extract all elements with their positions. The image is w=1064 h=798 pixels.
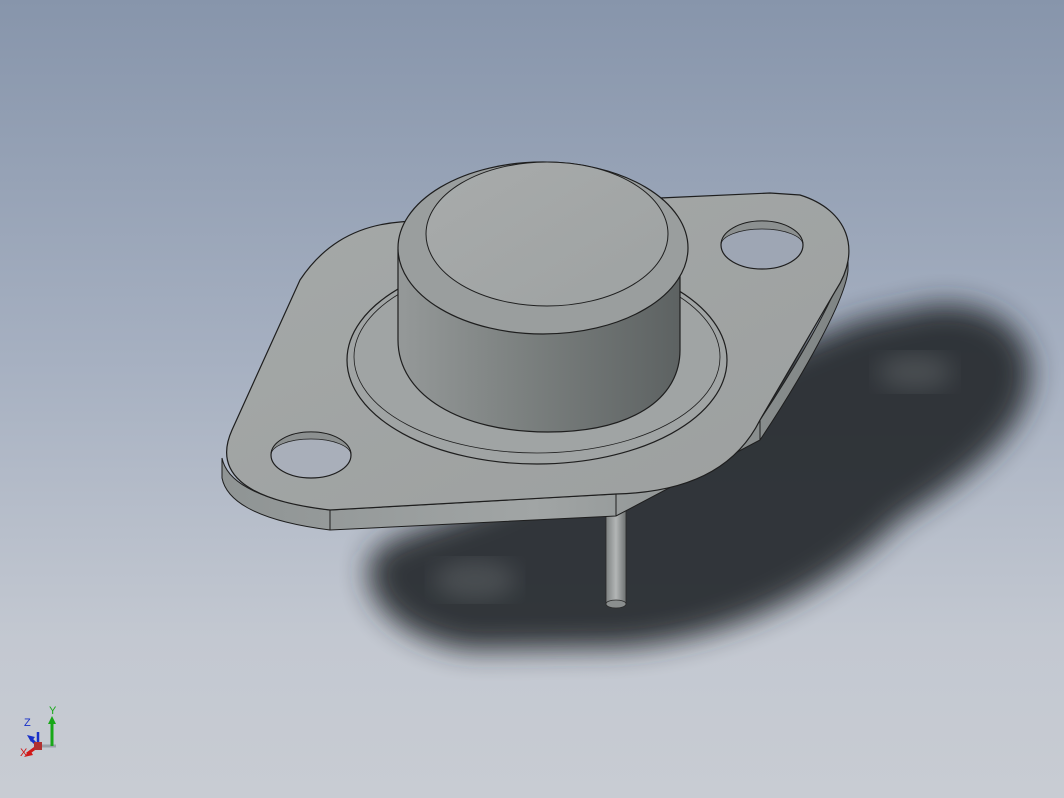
graphics-viewport[interactable]: X Y Z (0, 0, 1064, 798)
reference-triad[interactable]: X Y Z (14, 700, 66, 764)
triad-x-label: X (20, 747, 28, 759)
mounting-hole-right[interactable] (720, 220, 804, 270)
triad-y-label: Y (49, 705, 57, 717)
triad-z-label: Z (24, 717, 31, 729)
transistor-model[interactable] (0, 0, 1064, 798)
cap-top[interactable] (425, 161, 669, 307)
mounting-hole-left[interactable] (270, 431, 352, 479)
